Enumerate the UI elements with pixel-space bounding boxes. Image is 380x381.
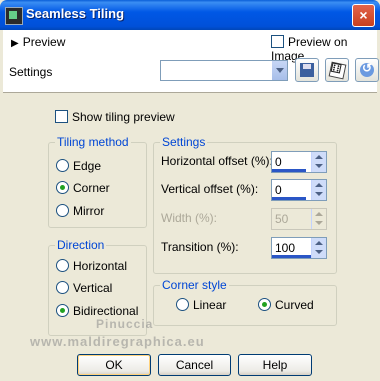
width-label: Width (%): xyxy=(161,211,218,225)
ok-button[interactable]: OK xyxy=(77,354,151,376)
radio-button[interactable] xyxy=(56,259,69,272)
radio-edge[interactable]: Edge xyxy=(56,159,101,173)
vertical-offset-spinner[interactable]: 0 xyxy=(271,179,327,201)
radio-button[interactable] xyxy=(56,304,69,317)
dialog-body: Show tiling preview Tiling method Edge C… xyxy=(0,92,380,381)
slider-bar[interactable] xyxy=(272,169,306,172)
corner-style-group: Corner style Linear Curved xyxy=(153,278,337,326)
radio-label: Horizontal xyxy=(73,259,128,273)
expand-arrow-icon: ▶ xyxy=(11,38,19,49)
horizontal-offset-label: Horizontal offset (%): xyxy=(161,154,273,168)
settings-group: Settings Horizontal offset (%): 0 Vertic… xyxy=(153,135,337,274)
spinner-value[interactable]: 0 xyxy=(275,155,282,169)
spin-arrows-icon xyxy=(311,209,326,229)
group-title: Tiling method xyxy=(55,135,131,149)
radio-label: Corner xyxy=(73,181,110,195)
reset-icon xyxy=(360,61,374,77)
radio-label: Curved xyxy=(275,298,314,312)
app-icon xyxy=(5,7,23,25)
horizontal-offset-spinner[interactable]: 0 xyxy=(271,151,327,173)
radio-button[interactable] xyxy=(56,281,69,294)
radio-linear[interactable]: Linear xyxy=(176,298,226,312)
chevron-down-icon[interactable] xyxy=(271,61,287,80)
preview-toggle[interactable]: ▶ Preview xyxy=(11,35,65,49)
spin-arrows-icon[interactable] xyxy=(311,180,326,200)
spin-arrows-icon[interactable] xyxy=(311,152,326,172)
close-button[interactable]: × xyxy=(352,4,375,27)
radio-curved[interactable]: Curved xyxy=(258,298,314,312)
radio-horizontal[interactable]: Horizontal xyxy=(56,259,127,273)
show-tiling-preview-label: Show tiling preview xyxy=(72,110,175,124)
watermark-name: Pinuccia xyxy=(96,317,154,331)
title-bar[interactable]: Seamless Tiling × xyxy=(0,0,380,30)
group-title: Direction xyxy=(55,238,107,252)
settings-preset-dropdown[interactable] xyxy=(160,60,288,81)
radio-label: Vertical xyxy=(73,281,113,295)
slider-bar[interactable] xyxy=(272,255,312,258)
radio-button[interactable] xyxy=(56,159,69,172)
vertical-offset-label: Vertical offset (%): xyxy=(161,182,259,196)
save-icon xyxy=(300,63,314,77)
window-title: Seamless Tiling xyxy=(26,6,125,21)
radio-label: Linear xyxy=(193,298,227,312)
width-spinner: 50 xyxy=(271,208,327,230)
group-title: Settings xyxy=(160,135,208,149)
slider-bar[interactable] xyxy=(272,197,306,200)
help-button[interactable]: Help xyxy=(238,354,312,376)
spin-arrows-icon[interactable] xyxy=(311,238,326,258)
group-title: Corner style xyxy=(160,278,229,292)
cancel-button[interactable]: Cancel xyxy=(158,354,231,376)
spinner-value: 50 xyxy=(275,212,289,226)
radio-bidirectional[interactable]: Bidirectional xyxy=(56,304,138,318)
checkbox-box[interactable] xyxy=(55,110,68,123)
checkbox-box[interactable] xyxy=(271,35,284,48)
radio-vertical[interactable]: Vertical xyxy=(56,281,112,295)
tiling-method-group: Tiling method Edge Corner Mirror xyxy=(48,135,147,228)
radio-label: Edge xyxy=(73,159,102,173)
reset-button[interactable] xyxy=(355,58,379,82)
radio-button[interactable] xyxy=(56,204,69,217)
show-tiling-preview-checkbox[interactable]: Show tiling preview xyxy=(55,110,175,124)
transition-spinner[interactable]: 100 xyxy=(271,237,327,259)
radio-label: Bidirectional xyxy=(73,304,139,318)
radio-button[interactable] xyxy=(258,298,271,311)
radio-button[interactable] xyxy=(56,181,69,194)
radio-corner[interactable]: Corner xyxy=(56,181,110,195)
randomize-button[interactable] xyxy=(325,58,349,82)
transition-label: Transition (%): xyxy=(161,240,239,254)
spinner-value[interactable]: 100 xyxy=(275,241,295,255)
watermark-url: www.maldiregraphica.eu xyxy=(30,334,205,349)
radio-mirror[interactable]: Mirror xyxy=(56,204,104,218)
radio-label: Mirror xyxy=(73,204,105,218)
preview-label: Preview xyxy=(22,35,66,49)
spinner-value[interactable]: 0 xyxy=(275,183,282,197)
dice-icon xyxy=(328,61,347,80)
top-panel: ▶ Preview Preview on Image Settings xyxy=(3,30,379,93)
radio-button[interactable] xyxy=(176,298,189,311)
save-preset-button[interactable] xyxy=(295,58,319,82)
settings-label: Settings xyxy=(9,65,53,79)
